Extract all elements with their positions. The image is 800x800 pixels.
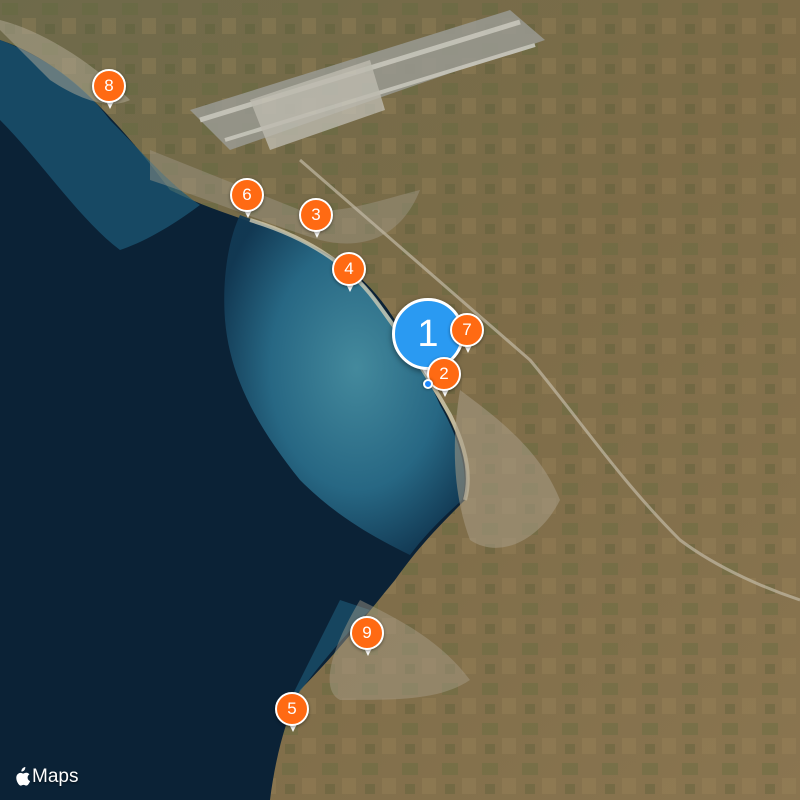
- pin-label: 8: [104, 76, 114, 95]
- pin-label: 3: [311, 205, 321, 224]
- map-pin-2[interactable]: 2: [427, 357, 463, 401]
- apple-logo-icon: [16, 767, 30, 786]
- pin-label: 7: [462, 320, 472, 339]
- map-pin-6[interactable]: 6: [230, 178, 266, 222]
- attribution-label: Maps: [32, 766, 79, 787]
- map-pin-9[interactable]: 9: [350, 616, 386, 660]
- maps-attribution[interactable]: Maps: [12, 766, 78, 788]
- map-pin-4[interactable]: 4: [332, 252, 368, 296]
- cluster-label: 1: [417, 312, 439, 355]
- user-location-dot: [423, 379, 433, 389]
- pin-label: 4: [344, 259, 354, 278]
- map-view[interactable]: 1 7 8 6 3 4 2 9 5 Maps: [0, 0, 800, 800]
- map-pin-7[interactable]: 7: [450, 313, 486, 357]
- pin-label: 9: [362, 623, 372, 642]
- map-pin-8[interactable]: 8: [92, 69, 128, 113]
- map-pin-3[interactable]: 3: [299, 198, 335, 242]
- pin-label: 5: [287, 699, 297, 718]
- pin-label: 2: [439, 364, 449, 383]
- map-pin-5[interactable]: 5: [275, 692, 311, 736]
- pin-label: 6: [242, 185, 252, 204]
- satellite-terrain: [0, 0, 800, 800]
